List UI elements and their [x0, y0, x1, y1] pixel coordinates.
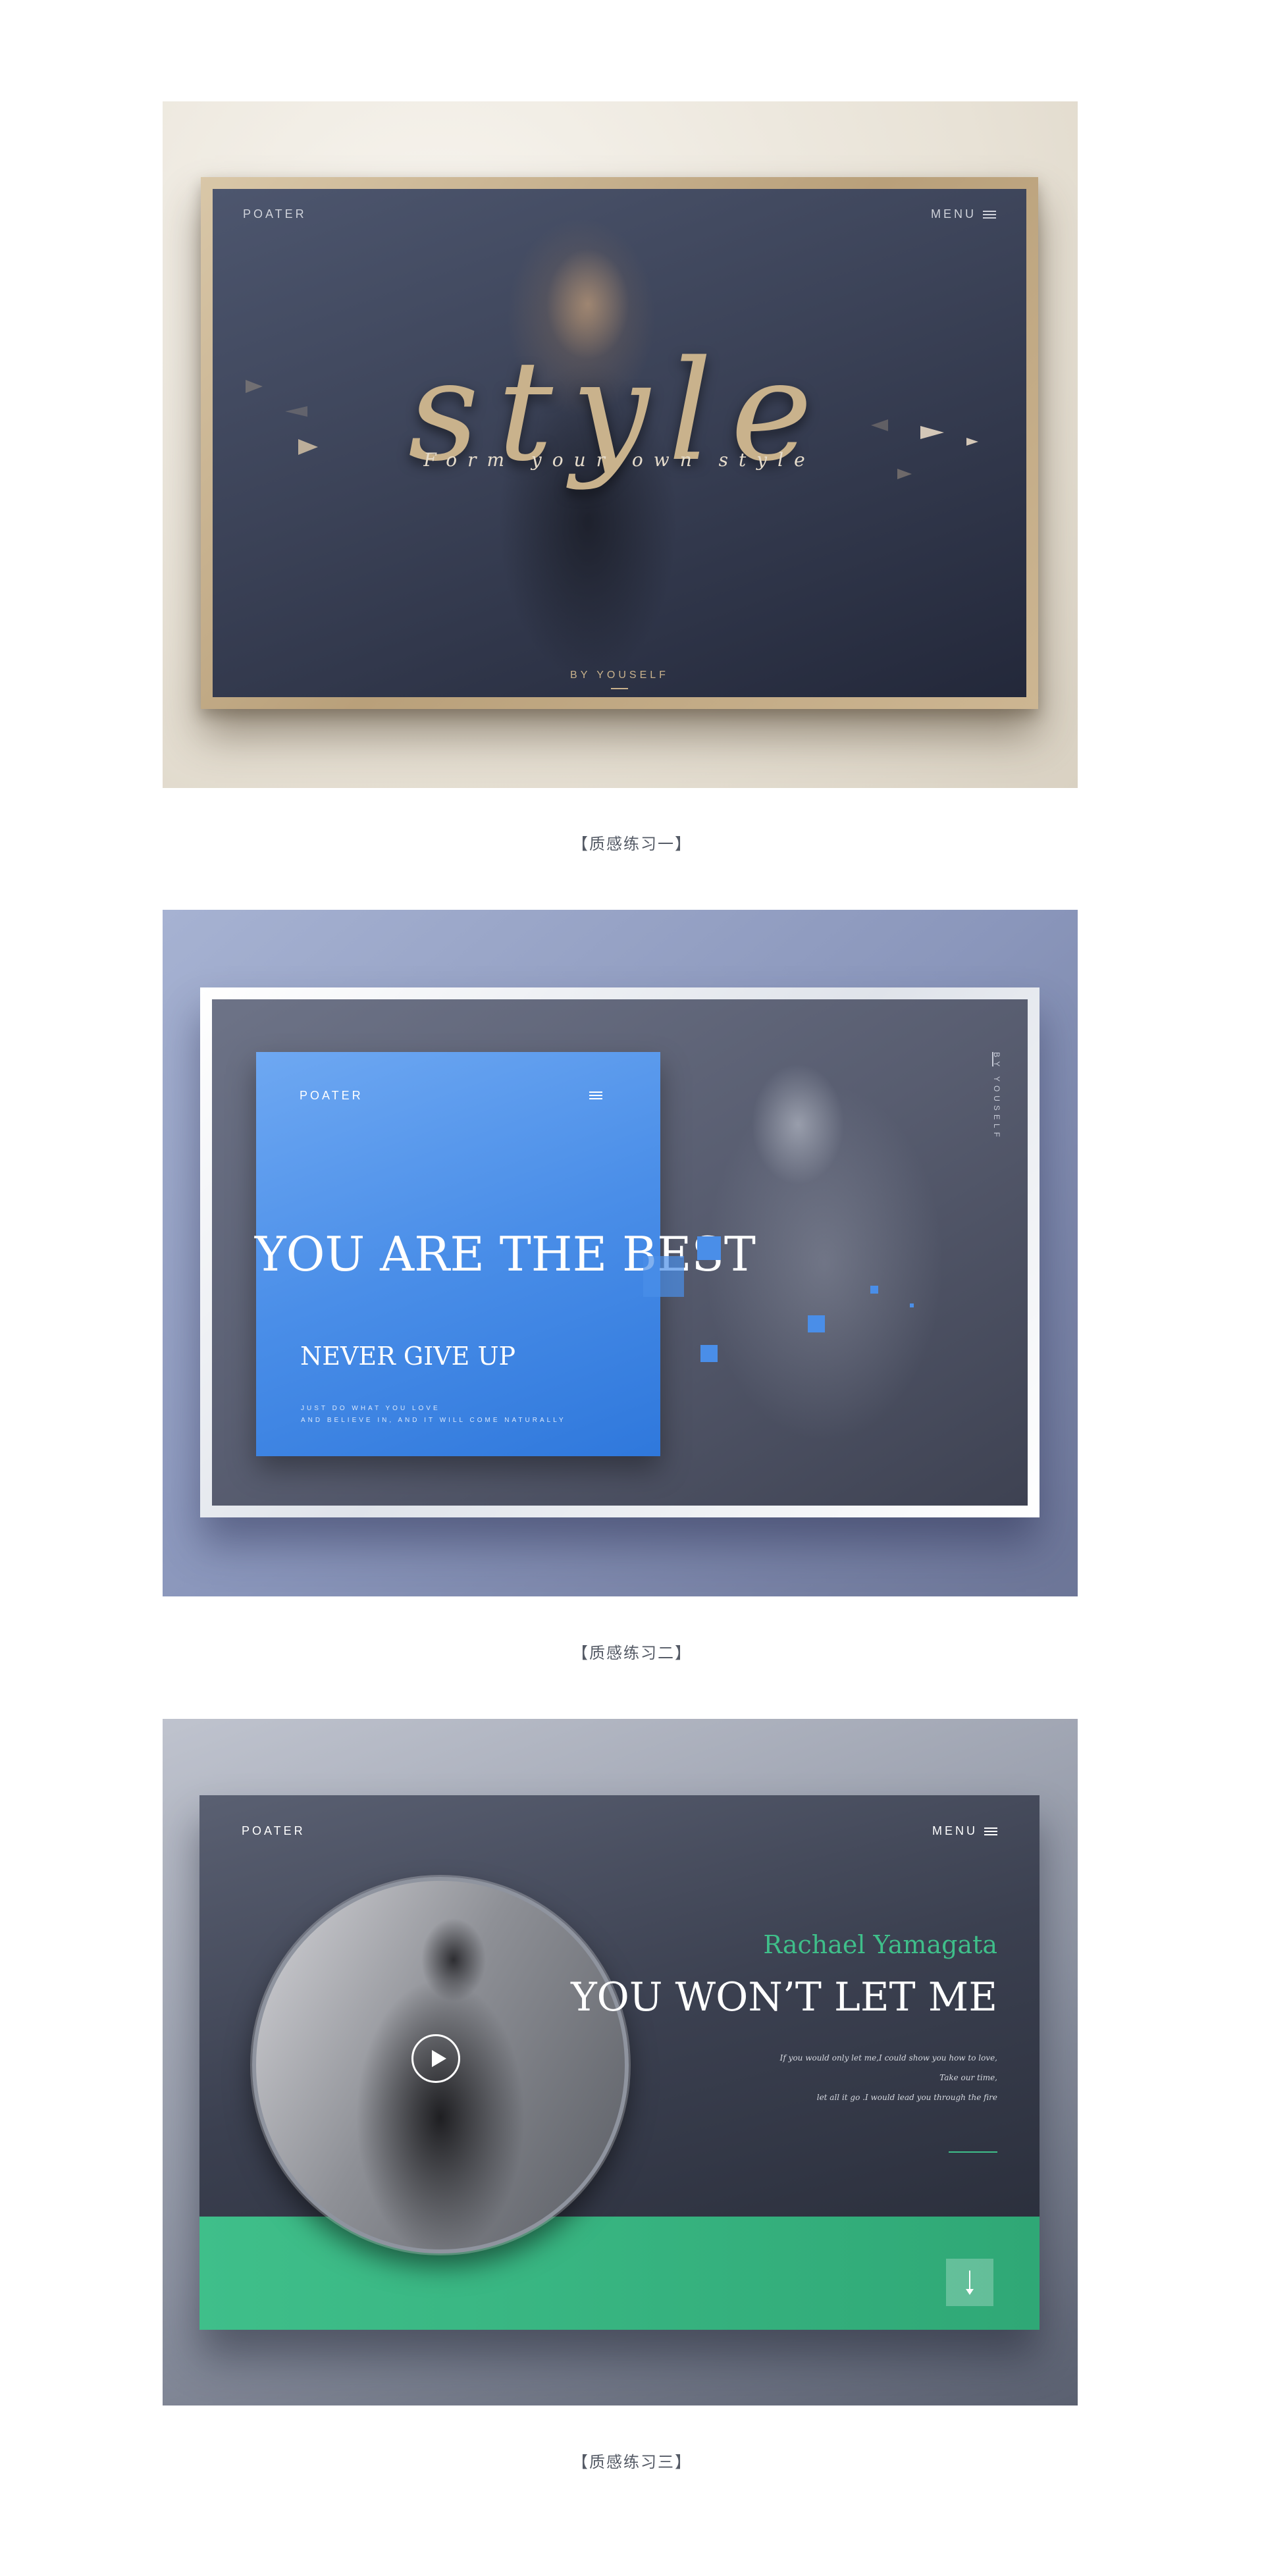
- showcase-panel-2: BY YOUSELF POATER NEVER GIVE UP JUST DO …: [163, 910, 1078, 1596]
- square-decoration: [808, 1315, 825, 1332]
- caption-3: 【质感练习三】: [572, 2453, 692, 2471]
- style-screen: POATER MENU style Form your own style BY…: [213, 189, 1026, 697]
- play-icon[interactable]: [411, 2034, 460, 2083]
- music-screen: POATER MENU Rachael Yamagata YOU WON’T L…: [199, 1795, 1040, 2330]
- menu-button[interactable]: MENU: [931, 207, 996, 221]
- brand-logo[interactable]: POATER: [300, 1089, 363, 1103]
- square-decoration: [910, 1303, 914, 1307]
- caption-2: 【质感练习二】: [572, 1644, 692, 1662]
- brand-logo[interactable]: POATER: [242, 1824, 305, 1838]
- vertical-byline: BY YOUSELF: [992, 1052, 1001, 1141]
- lyric-line-2: Take our time,: [939, 2073, 997, 2082]
- hero-tagline: Form your own style: [423, 449, 816, 471]
- song-title: YOU WON’T LET ME: [571, 1974, 997, 2020]
- best-screen: BY YOUSELF POATER NEVER GIVE UP JUST DO …: [212, 999, 1028, 1506]
- accent-rule: [949, 2151, 997, 2153]
- showcase-panel-1: POATER MENU style Form your own style BY…: [163, 101, 1078, 788]
- hamburger-icon: [983, 210, 996, 219]
- menu-button[interactable]: MENU: [932, 1824, 997, 1838]
- hamburger-icon: [984, 1827, 997, 1835]
- brand-logo[interactable]: POATER: [243, 207, 307, 221]
- motto-text: JUST DO WHAT YOU LOVE AND BELIEVE IN, AN…: [301, 1403, 566, 1427]
- green-footer-band: [199, 2217, 1040, 2330]
- sub-headline: NEVER GIVE UP: [300, 1342, 516, 1371]
- byline-text: BY YOUSELF: [570, 670, 669, 681]
- motto-line-2: AND BELIEVE IN, AND IT WILL COME NATURAL…: [301, 1417, 566, 1424]
- square-decoration: [870, 1286, 878, 1294]
- lyrics-block: If you would only let me,I could show yo…: [780, 2048, 997, 2107]
- lyric-line-1: If you would only let me,I could show yo…: [779, 2053, 997, 2063]
- arrow-down-icon[interactable]: [946, 2259, 993, 2306]
- motto-line-1: JUST DO WHAT YOU LOVE: [301, 1405, 440, 1412]
- lyric-line-3: let all it go .I would lead you through …: [816, 2093, 997, 2102]
- artist-name: Rachael Yamagata: [763, 1930, 997, 1959]
- square-decoration: [700, 1345, 718, 1362]
- square-decoration: [697, 1236, 721, 1260]
- white-frame: BY YOUSELF POATER NEVER GIVE UP JUST DO …: [200, 987, 1040, 1517]
- gold-frame: POATER MENU style Form your own style BY…: [201, 177, 1038, 709]
- byline-underline: [611, 688, 628, 689]
- menu-label: MENU: [931, 207, 976, 221]
- caption-1: 【质感练习一】: [572, 835, 692, 853]
- hamburger-icon[interactable]: [589, 1091, 602, 1099]
- menu-label: MENU: [932, 1824, 978, 1837]
- showcase-panel-3: POATER MENU Rachael Yamagata YOU WON’T L…: [163, 1719, 1078, 2405]
- square-decoration: [643, 1256, 684, 1297]
